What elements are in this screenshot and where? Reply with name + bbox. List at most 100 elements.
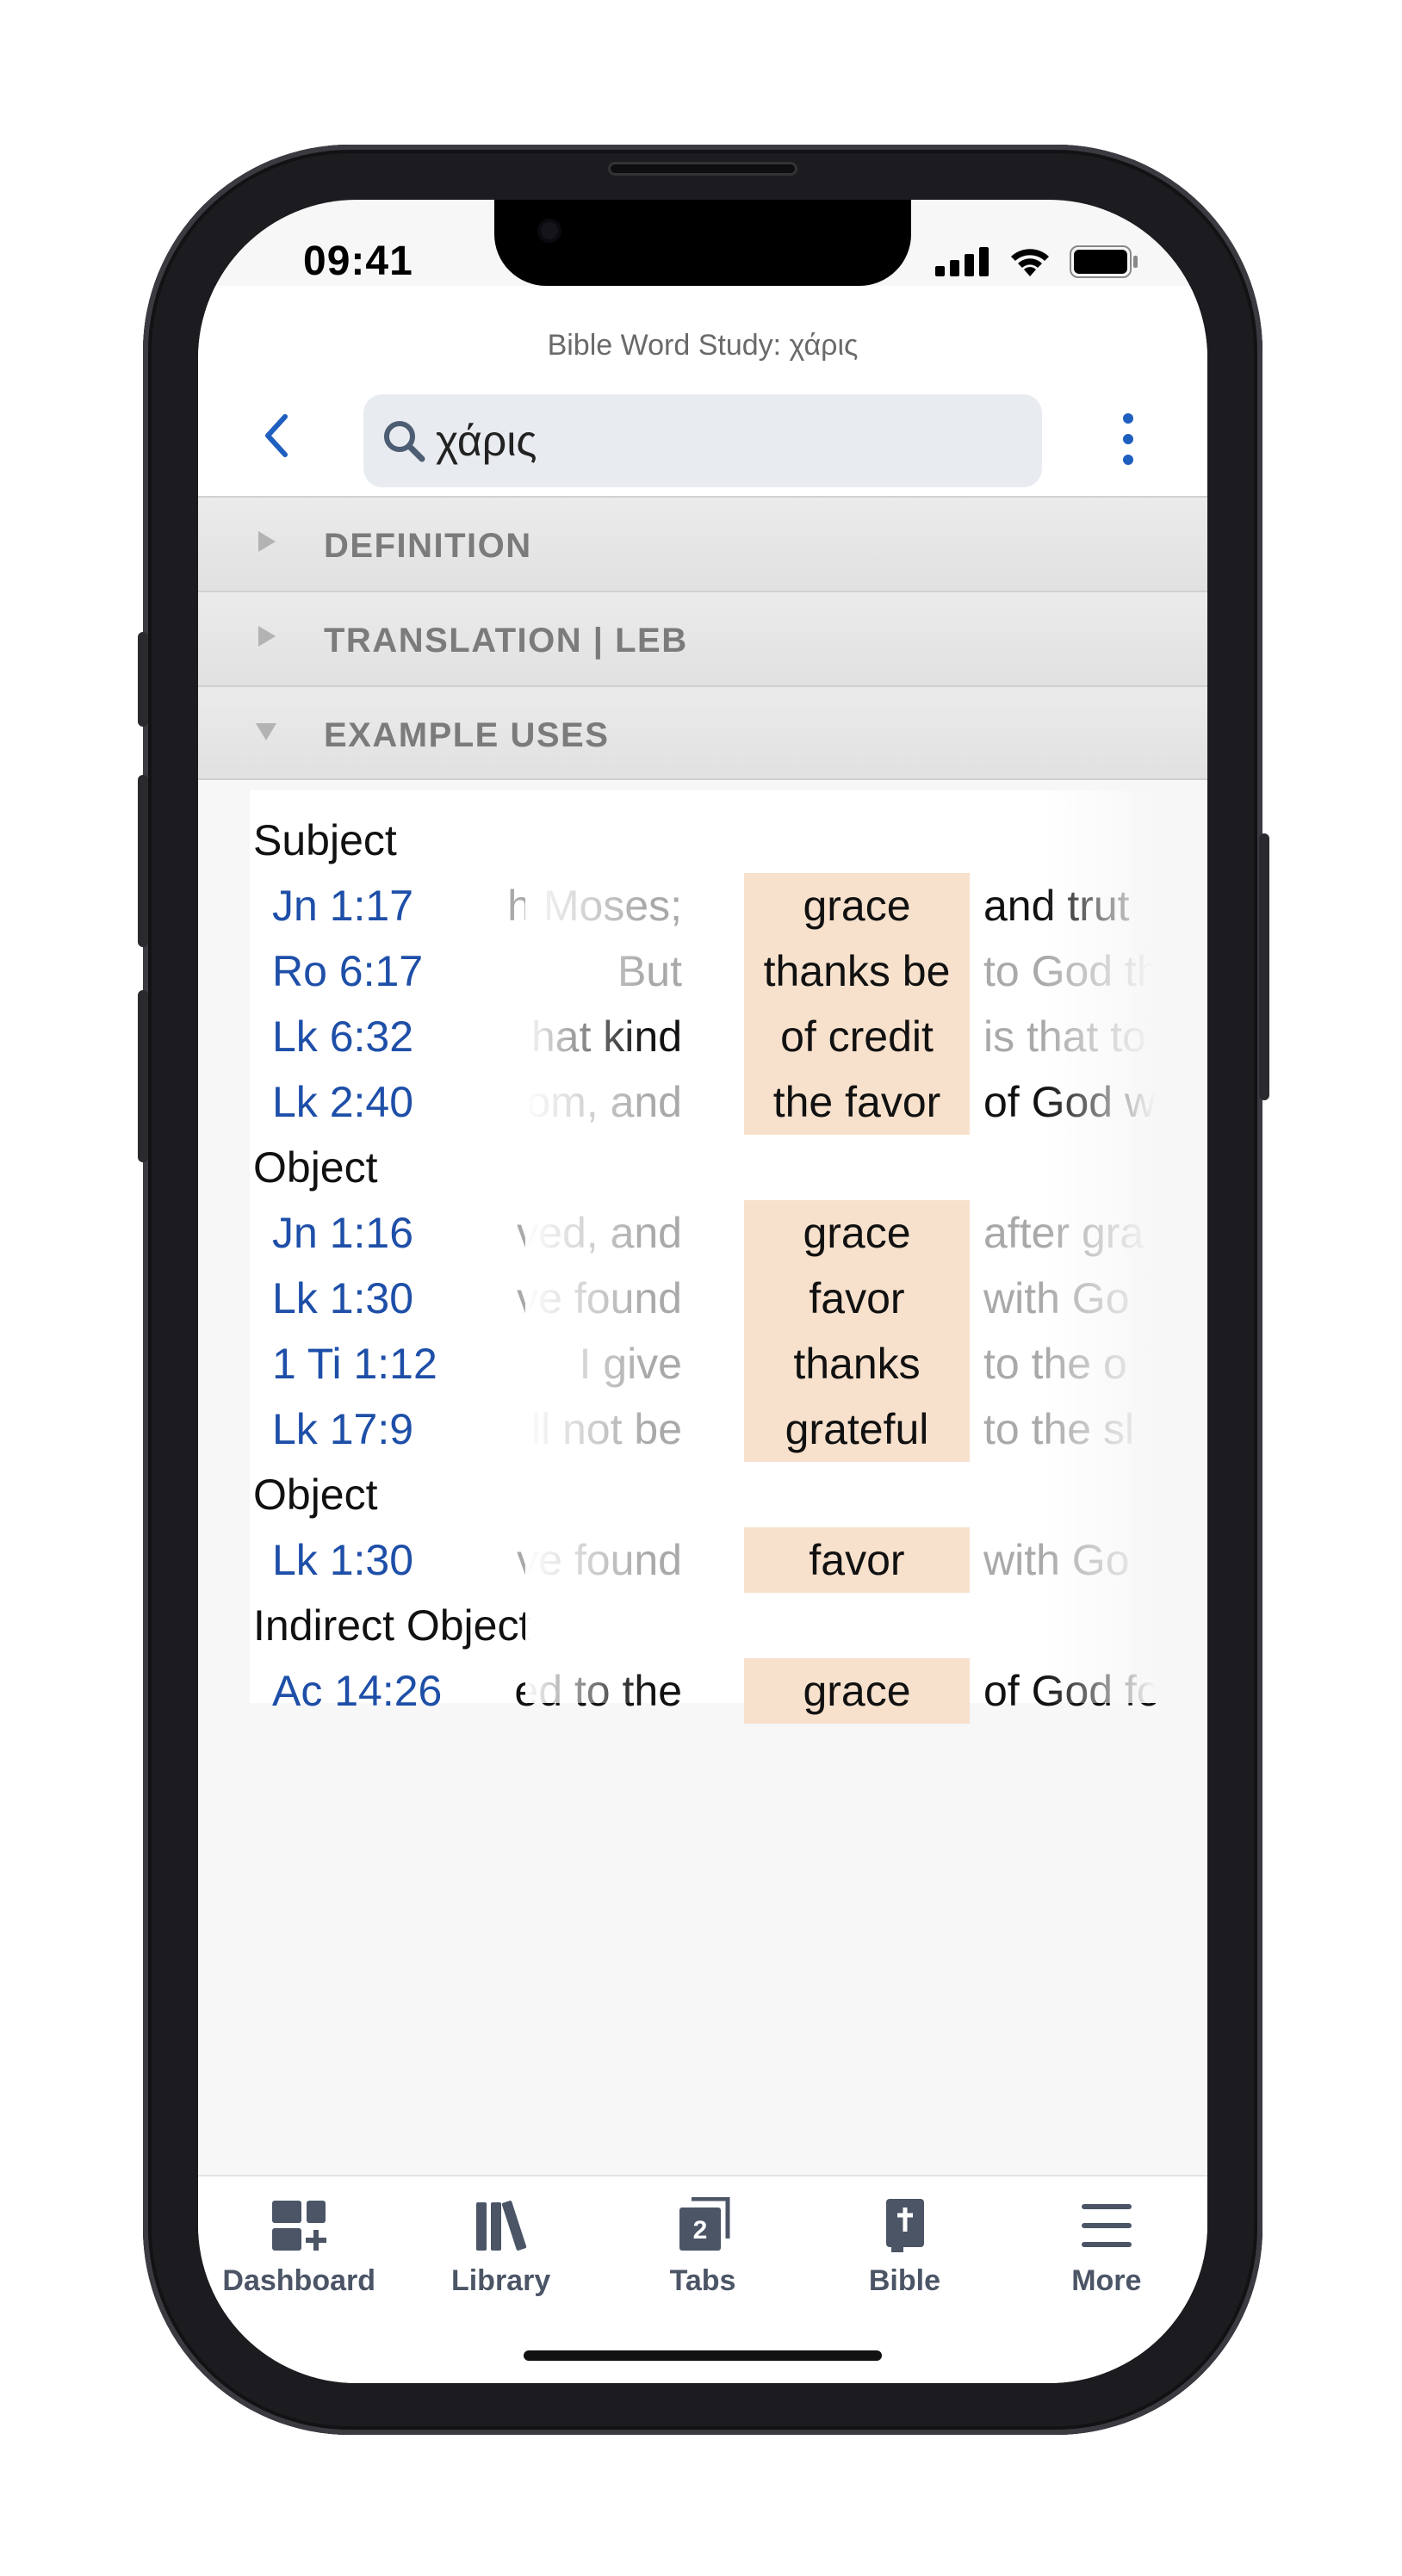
keyword-cell: favor [744, 1266, 970, 1331]
right-context: of God fo [983, 1667, 1156, 1715]
tab-label: Tabs [669, 2264, 736, 2297]
table-row: Lk 6:32 hat kind of credit is that to [250, 1004, 1156, 1069]
dashboard-icon [272, 2201, 327, 2251]
right-context: of God w [983, 1078, 1156, 1126]
keyword-cell: grace [744, 1200, 970, 1266]
left-context: hat kind [530, 1012, 682, 1061]
group-label-indirect-object: Indirect Object [253, 1601, 531, 1650]
search-icon [384, 421, 425, 462]
back-button[interactable] [250, 410, 301, 461]
keyword-cell: the favor [744, 1069, 970, 1135]
left-context: ll not be [530, 1405, 682, 1453]
group-label-object: Object [253, 1143, 378, 1192]
tab-label: More [1071, 2264, 1142, 2297]
tab-dashboard[interactable]: Dashboard [198, 2177, 400, 2383]
keyword-cell: favor [744, 1527, 970, 1593]
triangle-right-icon [258, 626, 276, 647]
tab-label: Library [450, 2264, 551, 2297]
left-context: But [617, 947, 682, 995]
more-options-button[interactable] [1111, 405, 1145, 474]
triangle-down-icon [256, 723, 276, 740]
tab-label: Dashboard [222, 2264, 375, 2297]
right-context: after gra [983, 1209, 1145, 1257]
right-context: to God th [983, 947, 1156, 995]
battery-icon [1070, 245, 1138, 278]
left-context: ve found [517, 1274, 682, 1322]
section-label: TRANSLATION | LEB [324, 622, 688, 659]
table-row: 1 Ti 1:12 I give thanks to the o [250, 1331, 1156, 1396]
keyword-cell: grateful [744, 1396, 970, 1462]
keyword-cell: grace [744, 873, 970, 938]
keyword-cell: grace [744, 1658, 970, 1724]
verse-link[interactable]: Ro 6:17 [272, 938, 423, 1004]
keyword-cell: thanks [744, 1331, 970, 1396]
section-example-uses[interactable]: EXAMPLE USES [198, 685, 1207, 780]
left-context: ve found [517, 1536, 682, 1584]
table-row: Jn 1:17 h Moses; grace and trut [250, 873, 1156, 938]
right-context: to the o [983, 1340, 1127, 1388]
right-context: with Go [983, 1274, 1130, 1322]
front-camera [537, 219, 561, 243]
status-icons [935, 245, 1138, 279]
verse-link[interactable]: Jn 1:16 [272, 1200, 413, 1266]
right-context: and trut [983, 873, 1156, 938]
tabs-icon: 2 [679, 2197, 730, 2251]
search-value: χάρις [436, 417, 537, 465]
tab-label: Bible [868, 2264, 940, 2297]
section-label: EXAMPLE USES [324, 716, 610, 754]
tabs-count-badge: 2 [693, 2216, 708, 2245]
power-button [1259, 833, 1269, 1100]
keyword-cell: thanks be [744, 938, 970, 1004]
chevron-left-icon [265, 414, 288, 457]
kebab-dot-icon [1123, 434, 1133, 444]
section-translation[interactable]: TRANSLATION | LEB [198, 591, 1207, 685]
right-context: with Go [983, 1536, 1130, 1584]
volume-up-button [138, 775, 148, 947]
wifi-icon [1011, 249, 1049, 276]
right-context: is that to [983, 1012, 1146, 1061]
notch [494, 200, 911, 286]
mute-switch [138, 632, 148, 727]
verse-link[interactable]: Jn 1:17 [272, 873, 413, 938]
library-icon [475, 2201, 526, 2251]
status-time: 09:41 [303, 238, 413, 284]
search-input[interactable]: χάρις [363, 394, 1042, 487]
bible-icon [886, 2199, 925, 2252]
table-row: Lk 1:30 ve found favor with Go [250, 1266, 1156, 1331]
left-context: ed to the [514, 1667, 682, 1715]
left-context: ved, and [517, 1209, 682, 1257]
cellular-signal-icon [935, 247, 989, 276]
right-context-text: and trut [983, 882, 1130, 930]
table-row: Lk 2:40 om, and the favor of God w [250, 1069, 1156, 1135]
keyword-cell: of credit [744, 1004, 970, 1069]
section-definition[interactable]: DEFINITION [198, 496, 1207, 591]
more-icon [1081, 2204, 1132, 2247]
left-context: I give [579, 1340, 682, 1388]
page-title: Bible Word Study: χάρις [547, 329, 859, 362]
group-label-object: Object [253, 1471, 378, 1519]
table-row: Ac 14:26 ed to the grace of God fo [250, 1658, 1156, 1724]
right-context: to the sl [983, 1405, 1135, 1453]
triangle-right-icon [258, 531, 276, 552]
table-row: Lk 1:30 ve found favor with Go [250, 1527, 1156, 1593]
left-context: om, and [526, 1078, 682, 1126]
table-row: Lk 17:9 ll not be grateful to the sl [250, 1396, 1156, 1462]
volume-down-button [138, 990, 148, 1162]
kebab-dot-icon [1123, 455, 1133, 465]
left-context: h Moses; [507, 882, 682, 930]
table-row: Ro 6:17 But thanks be to God th [250, 938, 1156, 1004]
verse-link[interactable]: Lk 1:30 [272, 1266, 413, 1331]
phone-screen: 09:41 Bible Word Study: χάρις χάρις DEFI… [198, 200, 1207, 2383]
kebab-dot-icon [1123, 413, 1133, 424]
group-label-subject: Subject [253, 816, 397, 864]
verse-link[interactable]: Lk 2:40 [272, 1069, 413, 1135]
verse-link[interactable]: Lk 1:30 [272, 1527, 413, 1593]
table-row: Jn 1:16 ved, and grace after gra [250, 1200, 1156, 1266]
earpiece-speaker [608, 162, 797, 176]
section-label: DEFINITION [324, 527, 532, 565]
verse-link[interactable]: Lk 6:32 [272, 1004, 413, 1069]
tab-more[interactable]: More [1006, 2177, 1207, 2383]
example-uses-table: Subject Jn 1:17 h Moses; grace and trut … [250, 790, 1156, 1724]
verse-link[interactable]: Lk 17:9 [272, 1396, 413, 1462]
home-indicator[interactable] [524, 2350, 882, 2361]
